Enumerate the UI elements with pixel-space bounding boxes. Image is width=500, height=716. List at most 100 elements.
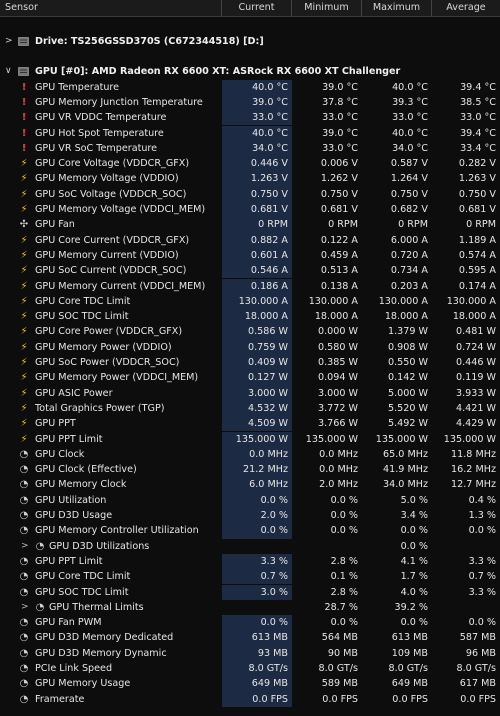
- sensor-row[interactable]: ! GPU VR SoC Temperature 34.0 °C 33.0 °C 34.…: [0, 140, 500, 157]
- minimum-value: 39.0 °C: [322, 81, 358, 93]
- sensor-row[interactable]: ! GPU VR VDDC Temperature 33.0 °C 33.0 °C 33…: [0, 110, 500, 126]
- sensor-row[interactable]: ◔ GPU D3D Memory Dynamic 93 MB 90 MB 109 MB 9…: [0, 645, 500, 661]
- sensor-row[interactable]: ◔ GPU PPT Limit 3.3 % 2.8 % 4.1 % 3.3 %: [0, 553, 500, 570]
- sensor-row[interactable]: ◔ GPU Memory Clock 6.0 MHz 2.0 MHz 34.0 MHz 1…: [0, 477, 500, 493]
- sensor-label: GPU Fan PWM: [35, 617, 102, 629]
- minimum-value: 0.0 %: [330, 617, 358, 629]
- maximum-value: 0 RPM: [398, 219, 428, 231]
- average-value: 1.189 A: [458, 234, 496, 246]
- clock-icon: ◔: [19, 464, 29, 476]
- minimum-value: 0.1 %: [330, 571, 358, 583]
- sensor-row[interactable]: ⚡ Total Graphics Power (TGP) 4.532 W 3.772 …: [0, 400, 500, 417]
- sensor-label: GPU PPT: [35, 418, 76, 430]
- sensor-row[interactable]: ◔ GPU SOC TDC Limit 3.0 % 2.8 % 4.0 % 3.3 %: [0, 584, 500, 600]
- minimum-value: 2.8 %: [330, 586, 358, 598]
- sensor-label: GPU SOC TDC Limit: [35, 586, 129, 598]
- sensor-row[interactable]: ⚡ GPU PPT 4.509 W 3.766 W 5.492 W 4.429 W: [0, 416, 500, 432]
- average-value: 587 MB: [459, 632, 496, 644]
- sensor-row[interactable]: ⚡ GPU Core Current (VDDCR_GFX) 0.882 A 0.12…: [0, 232, 500, 248]
- minimum-value: 0.006 V: [320, 158, 358, 170]
- sensor-label: PCIe Link Speed: [35, 663, 113, 674]
- average-value: 3.3 %: [468, 555, 496, 567]
- sensor-row[interactable]: ◔ GPU Fan PWM 0.0 % 0.0 % 0.0 % 0.0 %: [0, 615, 500, 631]
- sensor-row[interactable]: ⚡ GPU SOC TDC Limit 18.000 A 18.000 A 18.000…: [0, 309, 500, 325]
- gpu-group-row[interactable]: ∨ GPU [#0]: AMD Radeon RX 6600 XT: ASRoc…: [0, 64, 500, 79]
- expand-caret-icon[interactable]: >: [21, 539, 29, 554]
- sensor-subgroup-row[interactable]: > ◔ GPU Thermal Limits 28.7 % 39.2 %: [0, 600, 500, 615]
- thermometer-icon: !: [21, 142, 27, 154]
- minimum-value: 18.000 A: [314, 311, 358, 323]
- average-value: 4.429 W: [455, 418, 496, 430]
- average-value: 16.2 MHz: [451, 464, 496, 476]
- sensor-row[interactable]: ◔ PCIe Link Speed 8.0 GT/s 8.0 GT/s 8.0 GT/s…: [0, 661, 500, 677]
- sensor-row[interactable]: ⚡ GPU Memory Current (VDDIO) 0.601 A 0.459 …: [0, 247, 500, 264]
- expand-caret-icon[interactable]: >: [5, 34, 13, 49]
- current-value: 130.000 A: [222, 293, 292, 310]
- minimum-value: 3.000 W: [317, 387, 358, 399]
- current-value: 2.0 %: [222, 508, 292, 524]
- average-value: 0.174 A: [458, 280, 496, 292]
- sensor-row[interactable]: ◔ Framerate 0.0 FPS 0.0 FPS 0.0 FPS 0.0 FPS: [0, 691, 500, 707]
- average-value: 130.000 A: [446, 295, 496, 307]
- sensor-row[interactable]: ⚡ GPU SoC Current (VDDCR_SOC) 0.546 A 0.513…: [0, 263, 500, 279]
- sensor-row[interactable]: ⚡ GPU Memory Voltage (VDDIO) 1.263 V 1.262 …: [0, 171, 500, 187]
- sensor-row[interactable]: ⚡ GPU SoC Power (VDDCR_SOC) 0.409 W 0.385 W…: [0, 355, 500, 371]
- sensor-row[interactable]: ◔ GPU D3D Memory Dedicated 613 MB 564 MB 613…: [0, 630, 500, 646]
- current-column-header[interactable]: Current: [222, 0, 292, 16]
- sensor-row[interactable]: ✣ GPU Fan 0 RPM 0 RPM 0 RPM 0 RPM: [0, 217, 500, 233]
- minimum-value: 0.750 V: [320, 188, 358, 200]
- average-value: 3.3 %: [468, 586, 496, 598]
- sensor-row[interactable]: ◔ GPU Core TDC Limit 0.7 % 0.1 % 1.7 % 0.7 %: [0, 569, 500, 585]
- maximum-value: 34.0 °C: [392, 142, 428, 154]
- sensor-row[interactable]: ⚡ GPU Core Power (VDDCR_GFX) 0.586 W 0.000 …: [0, 324, 500, 340]
- minimum-value: 0.122 A: [320, 234, 358, 246]
- current-value: 0.0 %: [222, 523, 292, 539]
- minimum-value: 589 MB: [321, 678, 358, 690]
- sensor-row[interactable]: ⚡ GPU Memory Power (VDDIO) 0.759 W 0.580 W 0…: [0, 339, 500, 355]
- expand-caret-icon[interactable]: >: [21, 600, 29, 615]
- sensor-label: GPU ASIC Power: [35, 387, 113, 399]
- sensor-label: GPU Memory Clock: [35, 479, 127, 491]
- sensor-row[interactable]: ⚡ GPU Core TDC Limit 130.000 A 130.000 A 130…: [0, 293, 500, 310]
- sensor-label: GPU Clock: [35, 448, 85, 460]
- sensor-row[interactable]: ⚡ GPU ASIC Power 3.000 W 3.000 W 5.000 W 3.93…: [0, 385, 500, 401]
- sensor-row[interactable]: ◔ GPU D3D Usage 2.0 % 0.0 % 3.4 % 1.3 %: [0, 508, 500, 524]
- average-value: 33.0 °C: [460, 112, 496, 124]
- sensor-row[interactable]: ◔ GPU Clock 0.0 MHz 0.0 MHz 65.0 MHz 11.8 MHz: [0, 446, 500, 463]
- sensor-label: GPU SoC Power (VDDCR_SOC): [35, 357, 180, 368]
- average-value: 0.4 %: [468, 494, 496, 506]
- average-value: 96 MB: [465, 647, 496, 659]
- sensor-row[interactable]: ⚡ GPU SoC Voltage (VDDCR_SOC) 0.750 V 0.750…: [0, 186, 500, 202]
- sensor-row[interactable]: ⚡ GPU Memory Current (VDDCI_MEM) 0.186 A 0.…: [0, 278, 500, 294]
- sensor-row[interactable]: ⚡ GPU Core Voltage (VDDCR_GFX) 0.446 V 0.00…: [0, 156, 500, 172]
- collapse-caret-icon[interactable]: ∨: [5, 64, 12, 79]
- sensor-label: GPU Core Current (VDDCR_GFX): [35, 234, 190, 246]
- maximum-value: 0.587 V: [390, 158, 428, 170]
- minimum-value: 90 MB: [327, 647, 358, 659]
- maximum-value: 130.000 A: [378, 295, 428, 307]
- maximum-value: 0.550 W: [387, 357, 428, 368]
- sensor-row[interactable]: ! GPU Temperature 40.0 °C 39.0 °C 40.0 °C 39.…: [0, 79, 500, 95]
- sensor-subgroup-row[interactable]: > ◔ GPU D3D Utilizations 0.0 %: [0, 539, 500, 554]
- sensor-row[interactable]: ◔ GPU Memory Usage 649 MB 589 MB 649 MB 617 M…: [0, 676, 500, 692]
- average-column-header[interactable]: Average: [432, 0, 500, 16]
- minimum-value: 0.513 A: [320, 265, 358, 277]
- sensor-row[interactable]: ⚡ GPU Memory Voltage (VDDCI_MEM) 0.681 V 0.…: [0, 202, 500, 218]
- sensor-row[interactable]: ! GPU Hot Spot Temperature 40.0 °C 39.0 °C 4…: [0, 125, 500, 141]
- sensor-row[interactable]: ⚡ GPU PPT Limit 135.000 W 135.000 W 135.000 …: [0, 431, 500, 447]
- sensor-row[interactable]: ◔ GPU Clock (Effective) 21.2 MHz 0.0 MHz 41.…: [0, 462, 500, 478]
- maximum-value: 65.0 MHz: [383, 448, 428, 460]
- thermometer-icon: !: [21, 112, 27, 124]
- minimum-value: 0.385 W: [317, 357, 358, 368]
- sensor-row[interactable]: ◔ GPU Memory Controller Utilization 0.0 % 0…: [0, 523, 500, 539]
- sensor-column-header[interactable]: Sensor: [0, 0, 222, 16]
- current-value: 93 MB: [222, 645, 292, 661]
- maximum-value: 0.908 W: [387, 341, 428, 353]
- sensor-row[interactable]: ⚡ GPU Memory Power (VDDCI_MEM) 0.127 W 0.09…: [0, 370, 500, 386]
- sensor-row[interactable]: ! GPU Memory Junction Temperature 39.0 °C 3…: [0, 94, 500, 111]
- drive-group-row[interactable]: > Drive: TS256GSSD370S (C672344518) [D:]: [0, 34, 500, 49]
- clock-icon: ◔: [19, 479, 29, 491]
- minimum-column-header[interactable]: Minimum: [292, 0, 362, 16]
- sensor-row[interactable]: ◔ GPU Utilization 0.0 % 0.0 % 5.0 % 0.4 %: [0, 492, 500, 508]
- maximum-column-header[interactable]: Maximum: [362, 0, 432, 16]
